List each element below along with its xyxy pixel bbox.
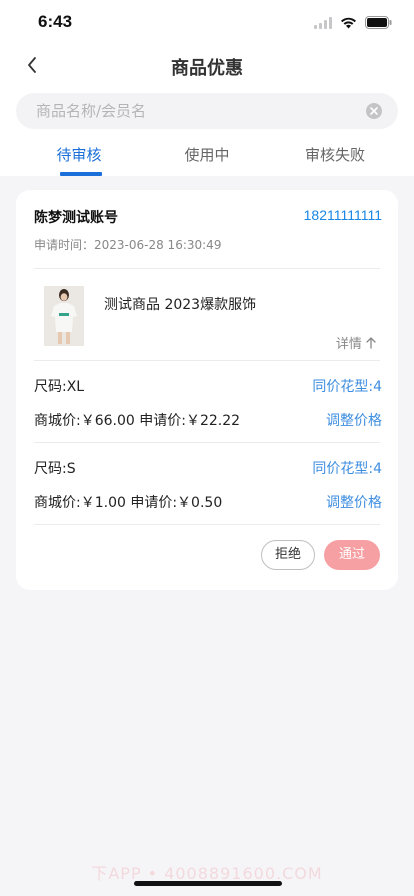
account-name: 陈梦测试账号 (34, 210, 118, 226)
detail-label: 详情 (335, 337, 362, 352)
same-price-pattern-link[interactable]: 同价花型:4 (312, 376, 382, 396)
wifi-icon (340, 14, 357, 33)
adjust-price-button[interactable]: 调整价格 (326, 492, 382, 512)
nav-header: 商品优惠 (0, 44, 414, 90)
tab-label: 待审核 (56, 146, 102, 164)
status-icons (314, 14, 392, 33)
tab-pending-review[interactable]: 待审核 (24, 144, 134, 176)
sku-size: 尺码:S (34, 461, 76, 477)
search-box (16, 93, 398, 129)
arrow-up-icon (366, 337, 376, 352)
divider (34, 442, 380, 443)
same-price-pattern-link[interactable]: 同价花型:4 (312, 458, 382, 478)
discount-request-card: 陈梦测试账号 18211111111 申请时间：2023-06-28 16:30… (16, 190, 398, 590)
sku-size: 尺码:XL (34, 379, 85, 395)
adjust-price-button[interactable]: 调整价格 (326, 410, 382, 430)
divider (34, 524, 380, 525)
search-input[interactable] (36, 93, 356, 129)
tab-review-failed[interactable]: 审核失败 (280, 144, 390, 176)
tab-label: 审核失败 (304, 146, 365, 164)
tab-label: 使用中 (184, 146, 230, 164)
battery-icon (365, 14, 392, 33)
tshirt-product-photo-icon (44, 286, 84, 346)
status-tabs: 待审核 使用中 审核失败 (0, 138, 414, 176)
signal-icon (314, 14, 332, 33)
account-phone[interactable]: 18211111111 (304, 207, 382, 223)
approve-button[interactable]: 通过 (324, 540, 380, 570)
page: 6:43 商品优惠 商品名称/会员名 待审核 使用中 审核失败 陈梦测试账号 1… (0, 0, 414, 896)
reject-button[interactable]: 拒绝 (261, 540, 315, 570)
status-bar: 6:43 (0, 0, 414, 44)
tab-in-use[interactable]: 使用中 (152, 144, 262, 176)
page-title: 商品优惠 (171, 58, 243, 79)
sku-prices: 商城价:￥66.00 申请价:￥22.22 (34, 413, 241, 429)
apply-time: 申请时间：2023-06-28 16:30:49 (34, 238, 222, 252)
search-bar (0, 90, 414, 138)
status-time: 6:43 (38, 12, 73, 31)
divider (34, 360, 380, 361)
home-indicator[interactable] (134, 881, 282, 886)
divider (34, 268, 380, 269)
product-name: 测试商品 2023爆款服饰 (104, 297, 257, 313)
sku-prices: 商城价:￥1.00 申请价:￥0.50 (34, 495, 223, 511)
clear-icon[interactable] (366, 103, 382, 119)
detail-toggle[interactable]: 详情 (336, 333, 376, 352)
tab-active-indicator (60, 172, 102, 176)
product-thumbnail[interactable] (44, 286, 84, 346)
